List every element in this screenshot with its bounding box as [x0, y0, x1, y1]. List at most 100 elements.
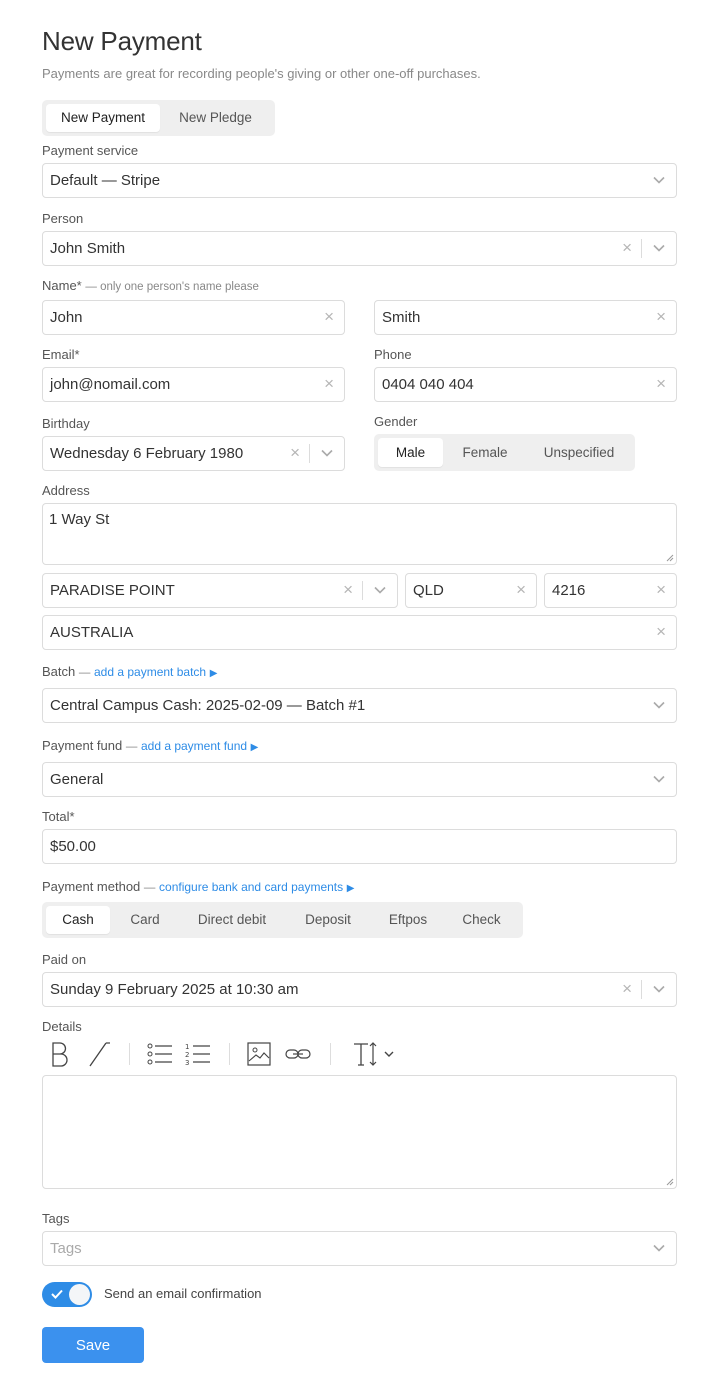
chevron-down-icon[interactable] [373, 584, 387, 596]
phone-field[interactable]: 0404 040 404 × [374, 367, 677, 402]
phone-label: Phone [374, 347, 412, 362]
fund-label-row: Payment fund — add a payment fund ▶ [42, 738, 258, 753]
suburb-select[interactable]: PARADISE POINT × [42, 573, 398, 608]
total-input[interactable]: $50.00 [42, 829, 677, 864]
fund-value: General [50, 771, 104, 788]
method-option-direct-debit[interactable]: Direct debit [180, 906, 284, 934]
gender-option-male[interactable]: Male [378, 438, 443, 467]
clear-icon[interactable]: × [656, 581, 666, 599]
payment-service-select[interactable]: Default — Stripe [42, 163, 677, 198]
divider [309, 444, 310, 463]
page-title: New Payment [42, 26, 202, 56]
method-option-eftpos[interactable]: Eftpos [372, 906, 444, 934]
chevron-down-icon[interactable] [652, 699, 666, 711]
payment-service-label: Payment service [42, 143, 139, 158]
numbered-list-icon[interactable]: 123 [184, 1040, 212, 1068]
tags-placeholder: Tags [50, 1240, 82, 1257]
batch-dash: — [78, 667, 91, 679]
play-icon: ▶ [346, 883, 355, 894]
method-label: Payment method [42, 879, 141, 894]
method-option-cash[interactable]: Cash [46, 906, 110, 934]
chevron-down-icon[interactable] [652, 242, 666, 254]
clear-icon[interactable]: × [656, 623, 666, 641]
add-payment-fund-link[interactable]: add a payment fund [141, 739, 247, 753]
details-label: Details [42, 1019, 82, 1034]
resize-handle-icon[interactable] [666, 1178, 674, 1186]
toolbar-divider [330, 1043, 331, 1065]
clear-icon[interactable]: × [324, 308, 334, 326]
bold-icon[interactable] [48, 1040, 72, 1068]
total-label: Total* [42, 809, 75, 824]
person-label: Person [42, 211, 84, 226]
details-toolbar: 123 [42, 1040, 442, 1070]
payment-type-toggle: New Payment New Pledge [42, 100, 275, 136]
configure-payments-link[interactable]: configure bank and card payments [159, 880, 343, 894]
name-note: — only one person's name please [85, 281, 259, 293]
resize-handle-icon[interactable] [666, 554, 674, 562]
postcode-input[interactable]: 4216 × [544, 573, 677, 608]
bullet-list-icon[interactable] [146, 1040, 174, 1068]
chevron-down-icon[interactable] [320, 447, 334, 459]
first-name-value: John [50, 309, 83, 326]
paid-on-label: Paid on [42, 952, 87, 967]
method-option-check[interactable]: Check [444, 906, 519, 934]
gender-option-female[interactable]: Female [443, 438, 527, 467]
address-label: Address [42, 483, 90, 498]
image-icon[interactable] [246, 1040, 272, 1068]
chevron-down-icon[interactable] [652, 983, 666, 995]
method-label-row: Payment method — configure bank and card… [42, 879, 354, 894]
tab-new-payment[interactable]: New Payment [46, 104, 160, 132]
address-street-value: 1 Way St [49, 511, 110, 528]
details-editor[interactable] [42, 1075, 677, 1189]
method-dash: — [143, 882, 156, 894]
clear-icon[interactable]: × [324, 375, 334, 393]
fund-label: Payment fund [42, 738, 123, 753]
country-input[interactable]: AUSTRALIA × [42, 615, 677, 650]
person-select[interactable]: John Smith × [42, 231, 677, 266]
batch-value: Central Campus Cash: 2025-02-09 — Batch … [50, 697, 366, 714]
email-field[interactable]: john@nomail.com × [42, 367, 345, 402]
paid-on-select[interactable]: Sunday 9 February 2025 at 10:30 am × [42, 972, 677, 1007]
postcode-value: 4216 [552, 582, 586, 599]
email-label: Email* [42, 347, 80, 362]
phone-value: 0404 040 404 [382, 376, 474, 393]
save-button[interactable]: Save [42, 1327, 144, 1363]
chevron-down-icon[interactable] [652, 773, 666, 785]
clear-icon[interactable]: × [622, 980, 632, 998]
italic-icon[interactable] [86, 1040, 112, 1068]
link-icon[interactable] [284, 1040, 312, 1068]
batch-label-row: Batch — add a payment batch ▶ [42, 664, 217, 679]
clear-icon[interactable]: × [656, 375, 666, 393]
gender-toggle: Male Female Unspecified [374, 434, 635, 471]
address-street-input[interactable]: 1 Way St [42, 503, 677, 565]
play-icon: ▶ [209, 668, 218, 679]
fund-select[interactable]: General [42, 762, 677, 797]
batch-label: Batch [42, 664, 76, 679]
clear-icon[interactable]: × [290, 444, 300, 462]
clear-icon[interactable]: × [343, 581, 353, 599]
chevron-down-icon[interactable] [652, 1242, 666, 1254]
text-size-icon[interactable] [352, 1040, 400, 1068]
gender-option-unspecified[interactable]: Unspecified [527, 438, 631, 467]
first-name-input[interactable]: John × [42, 300, 345, 335]
last-name-input[interactable]: Smith × [374, 300, 677, 335]
payment-service-value: Default — Stripe [50, 172, 161, 189]
tab-new-pledge[interactable]: New Pledge [160, 104, 271, 132]
birthday-select[interactable]: Wednesday 6 February 1980 × [42, 436, 345, 471]
clear-icon[interactable]: × [516, 581, 526, 599]
clear-icon[interactable]: × [622, 239, 632, 257]
tags-select[interactable]: Tags [42, 1231, 677, 1266]
method-option-card[interactable]: Card [110, 906, 180, 934]
chevron-down-icon[interactable] [652, 174, 666, 186]
add-payment-batch-link[interactable]: add a payment batch [94, 665, 206, 679]
email-confirmation-toggle[interactable] [42, 1282, 92, 1307]
paid-on-value: Sunday 9 February 2025 at 10:30 am [50, 981, 299, 998]
clear-icon[interactable]: × [656, 308, 666, 326]
state-input[interactable]: QLD × [405, 573, 537, 608]
divider [362, 581, 363, 600]
tags-label: Tags [42, 1211, 70, 1226]
name-label: Name* [42, 278, 82, 293]
batch-select[interactable]: Central Campus Cash: 2025-02-09 — Batch … [42, 688, 677, 723]
divider [641, 239, 642, 258]
method-option-deposit[interactable]: Deposit [284, 906, 372, 934]
